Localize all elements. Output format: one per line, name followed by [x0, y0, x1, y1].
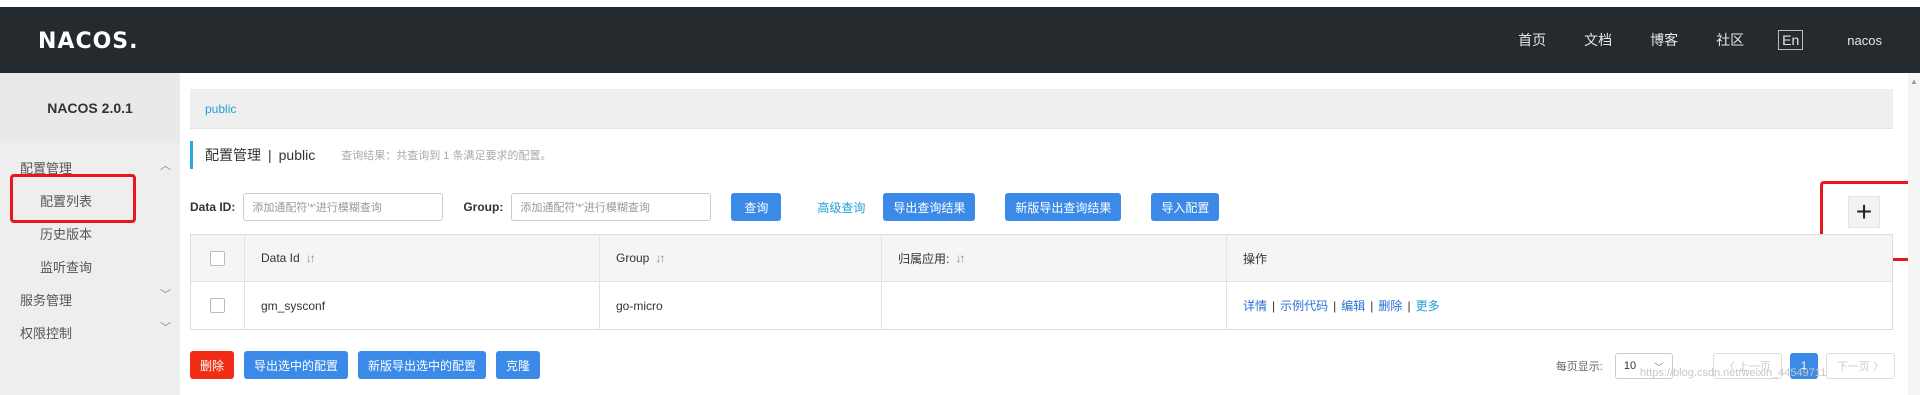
op-edit-link[interactable]: 编辑: [1341, 297, 1365, 314]
scroll-up-icon[interactable]: ▲: [1910, 77, 1918, 86]
sort-icon[interactable]: ↓↑: [655, 251, 665, 265]
cell-dataid: gm_sysconf: [245, 282, 600, 329]
col-app-label: 归属应用:: [898, 251, 950, 266]
chevron-up-icon[interactable]: ︿: [160, 157, 171, 173]
import-button[interactable]: 导入配置: [1151, 193, 1220, 221]
col-dataid[interactable]: Data Id ↓↑: [245, 235, 600, 281]
sidebar: NACOS 2.0.1 配置管理 ︿ 配置列表 历史版本 监听查询 服务管理 ﹀…: [0, 73, 180, 395]
chevron-down-icon[interactable]: ﹀: [160, 286, 171, 302]
op-detail-link[interactable]: 详情: [1243, 297, 1267, 314]
col-dataid-label: Data Id: [261, 251, 300, 265]
next-page-button[interactable]: 下一页 〉: [1825, 353, 1895, 379]
nav-docs[interactable]: 文档: [1584, 30, 1612, 50]
filter-bar: Data ID: 添加通配符'*'进行模糊查询 Group: 添加通配符'*'进…: [190, 192, 1220, 222]
user-menu[interactable]: nacos: [1847, 33, 1882, 48]
page-title-text: 配置管理: [205, 147, 261, 163]
sidebar-item-history[interactable]: 历史版本: [40, 224, 92, 243]
advanced-query-link[interactable]: 高级查询: [817, 199, 865, 216]
group-input[interactable]: 添加通配符'*'进行模糊查询: [511, 193, 712, 221]
op-delete-link[interactable]: 删除: [1378, 297, 1402, 314]
watermark: https://blog.csdn.net/weixin_44549711: [1640, 367, 1827, 379]
query-button[interactable]: 查询: [731, 193, 782, 221]
scrollbar[interactable]: ▲: [1908, 73, 1920, 395]
version-label: NACOS 2.0.1: [0, 73, 180, 143]
highlight-box-config-list: [10, 174, 136, 223]
namespace-link-public[interactable]: public: [205, 102, 236, 116]
top-navbar: NACOS. 首页 文档 博客 社区 En nacos: [0, 7, 1920, 73]
title-separator: |: [268, 147, 272, 163]
page-size-label: 每页显示:: [1555, 361, 1603, 373]
nav-blog[interactable]: 博客: [1650, 30, 1678, 50]
nav-home[interactable]: 首页: [1518, 30, 1546, 50]
export-button[interactable]: 导出查询结果: [883, 193, 976, 221]
clone-button[interactable]: 克隆: [496, 351, 541, 379]
op-more-link[interactable]: 更多: [1416, 297, 1440, 314]
sidebar-group-service[interactable]: 服务管理: [20, 290, 72, 309]
op-sample-code-link[interactable]: 示例代码: [1280, 297, 1328, 314]
page-size-value: 10: [1623, 360, 1637, 372]
col-group[interactable]: Group ↓↑: [600, 235, 882, 281]
col-ops: 操作: [1227, 235, 1892, 281]
table-header: Data Id ↓↑ Group ↓↑ 归属应用: ↓↑ 操作: [191, 235, 1892, 282]
dataid-label: Data ID:: [190, 200, 236, 214]
title-namespace: public: [278, 147, 316, 163]
delete-selected-button[interactable]: 删除: [190, 351, 235, 379]
config-table: Data Id ↓↑ Group ↓↑ 归属应用: ↓↑ 操作 gm_sysconf …: [190, 234, 1893, 330]
namespace-breadcrumb: public: [190, 89, 1893, 129]
group-label: Group:: [463, 200, 504, 214]
dataid-input[interactable]: 添加通配符'*'进行模糊查询: [243, 193, 444, 221]
select-all-cell: [191, 235, 245, 281]
top-nav: 首页 文档 博客 社区 En nacos: [1480, 7, 1882, 73]
select-all-checkbox[interactable]: [210, 250, 225, 266]
batch-actions: 删除 导出选中的配置 新版导出选中的配置 克隆: [190, 351, 550, 379]
nav-community[interactable]: 社区: [1716, 30, 1744, 50]
chevron-down-icon[interactable]: ﹀: [160, 319, 171, 335]
export-selected-new-button[interactable]: 新版导出选中的配置: [358, 351, 487, 379]
nacos-logo[interactable]: NACOS.: [38, 29, 139, 54]
table-row: gm_sysconf go-micro 详情 | 示例代码 | 编辑 | 删除 | 更多: [191, 282, 1892, 329]
add-config-plus-icon[interactable]: +: [1848, 196, 1880, 228]
row-select-cell: [191, 282, 245, 329]
cell-ops: 详情 | 示例代码 | 编辑 | 删除 | 更多: [1243, 297, 1440, 314]
query-result-hint: 查询结果：共查询到 1 条满足要求的配置。: [341, 150, 552, 162]
export-selected-button[interactable]: 导出选中的配置: [244, 351, 349, 379]
main-content: public 配置管理 | public 查询结果：共查询到 1 条满足要求的配…: [190, 73, 1895, 395]
col-ops-label: 操作: [1243, 251, 1268, 266]
cell-app: [882, 282, 1227, 329]
sidebar-group-auth[interactable]: 权限控制: [20, 323, 72, 342]
sidebar-item-listener[interactable]: 监听查询: [40, 257, 92, 276]
col-app[interactable]: 归属应用: ↓↑: [882, 235, 1227, 281]
sort-icon[interactable]: ↓↑: [955, 251, 965, 265]
row-checkbox[interactable]: [210, 298, 225, 313]
cell-group: go-micro: [600, 282, 882, 329]
page-title: 配置管理 | public 查询结果：共查询到 1 条满足要求的配置。: [190, 141, 551, 169]
export-new-button[interactable]: 新版导出查询结果: [1005, 193, 1122, 221]
col-group-label: Group: [616, 251, 650, 265]
sort-icon[interactable]: ↓↑: [306, 251, 316, 265]
language-switch[interactable]: En: [1778, 30, 1804, 50]
